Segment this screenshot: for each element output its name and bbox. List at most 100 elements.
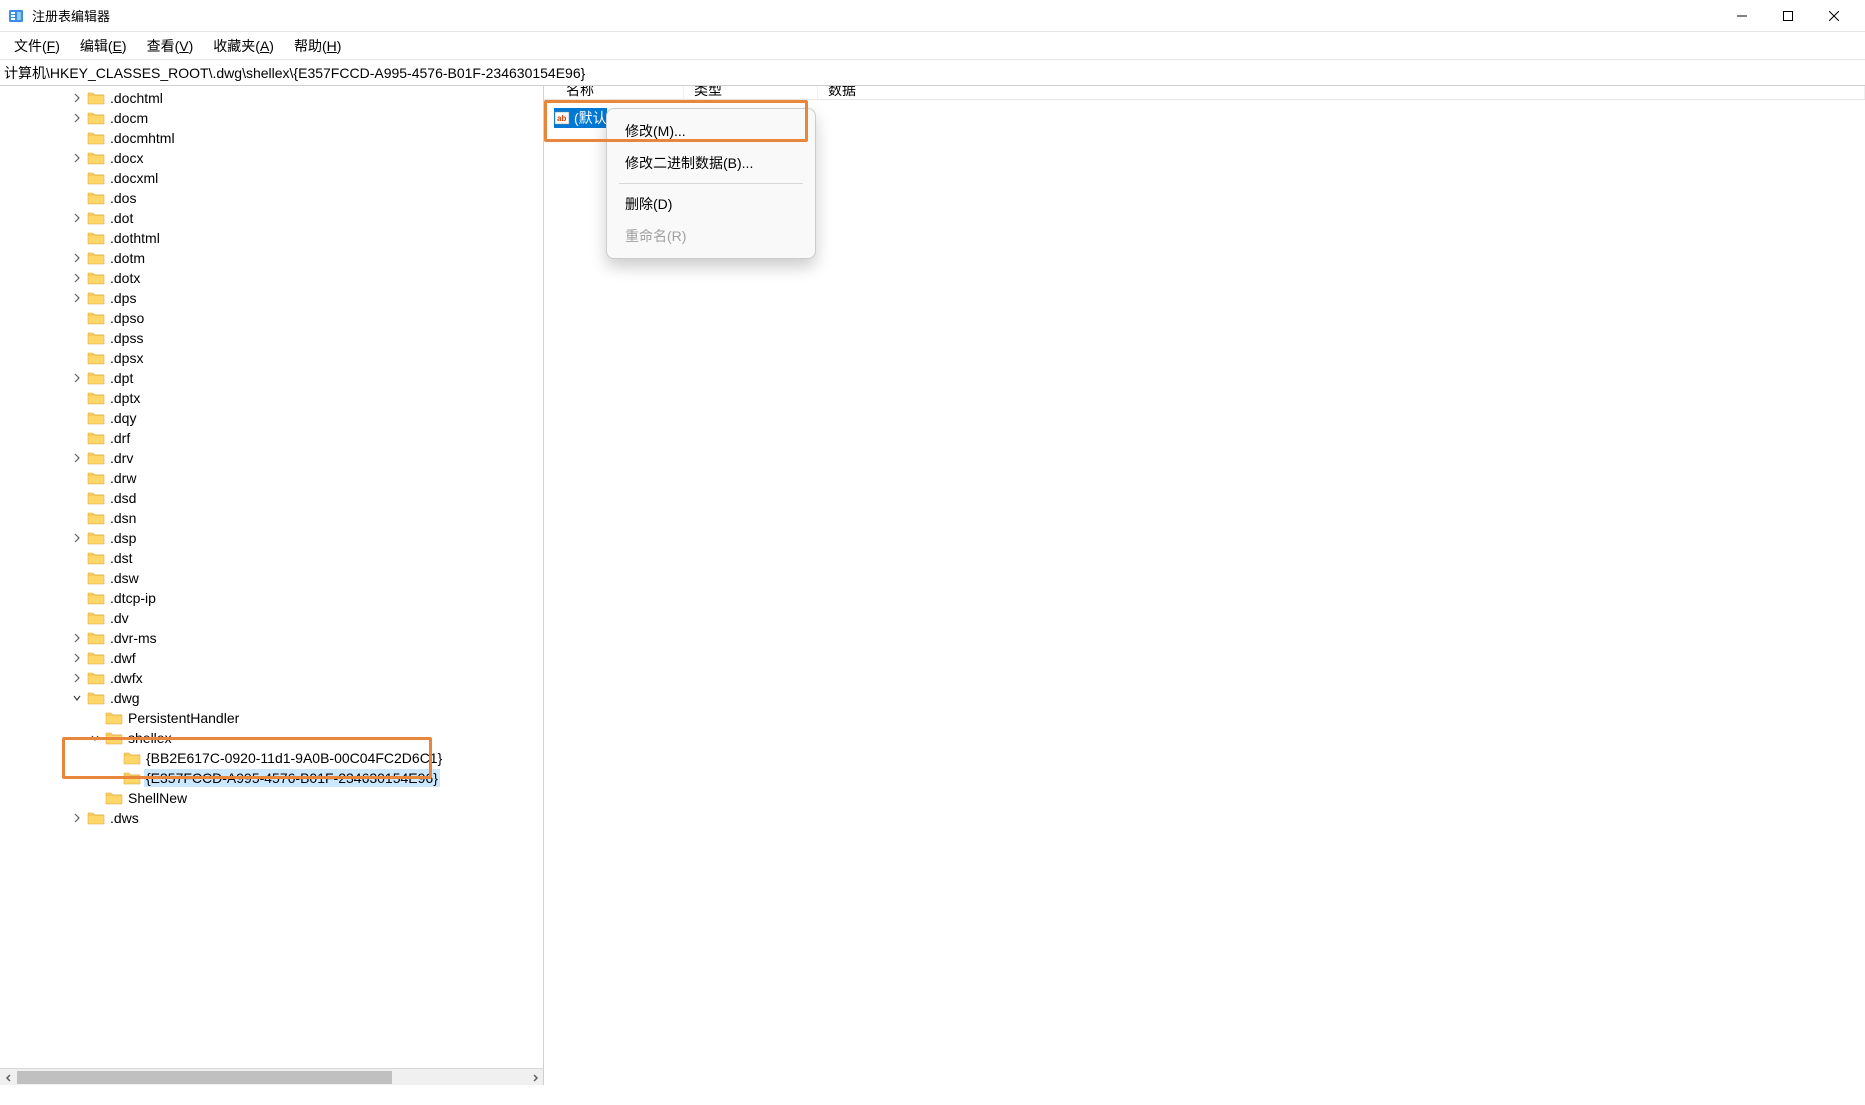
tree-horizontal-scrollbar[interactable] xyxy=(0,1068,543,1085)
chevron-icon[interactable] xyxy=(70,113,84,123)
chevron-icon[interactable] xyxy=(70,373,84,383)
tree-label: .dvr-ms xyxy=(108,629,159,647)
window-title: 注册表编辑器 xyxy=(32,6,1719,25)
chevron-icon[interactable] xyxy=(70,293,84,303)
tree-item[interactable]: .drf xyxy=(0,428,543,448)
tree-label: .drw xyxy=(108,469,138,487)
folder-icon xyxy=(87,691,105,705)
tree-label: .dps xyxy=(108,289,138,307)
tree-label: .dothtml xyxy=(108,229,162,247)
chevron-icon[interactable] xyxy=(70,653,84,663)
tree-scroll[interactable]: .dochtml.docm.docmhtml.docx.docxml.dos.d… xyxy=(0,86,543,1068)
chevron-icon[interactable] xyxy=(70,813,84,823)
minimize-button[interactable] xyxy=(1719,0,1765,32)
tree-item[interactable]: .dqy xyxy=(0,408,543,428)
tree-item[interactable]: .dothtml xyxy=(0,228,543,248)
tree-item[interactable]: .dptx xyxy=(0,388,543,408)
folder-icon xyxy=(87,491,105,505)
ctx-delete[interactable]: 删除(D) xyxy=(607,188,815,220)
tree-item[interactable]: .docxml xyxy=(0,168,543,188)
tree-item[interactable]: .dps xyxy=(0,288,543,308)
tree-item[interactable]: .dwf xyxy=(0,648,543,668)
tree-item[interactable]: .docm xyxy=(0,108,543,128)
values-header: 名称 类型 数据 xyxy=(544,86,1865,100)
scroll-left-button[interactable] xyxy=(0,1069,17,1085)
ctx-modify[interactable]: 修改(M)... xyxy=(607,115,815,147)
chevron-icon[interactable] xyxy=(70,153,84,163)
tree-item[interactable]: .dot xyxy=(0,208,543,228)
tree-item[interactable]: .docmhtml xyxy=(0,128,543,148)
column-data[interactable]: 数据 xyxy=(818,86,1865,99)
chevron-icon[interactable] xyxy=(70,453,84,463)
tree-item[interactable]: .dochtml xyxy=(0,88,543,108)
scroll-right-button[interactable] xyxy=(526,1069,543,1085)
chevron-icon[interactable] xyxy=(70,273,84,283)
chevron-icon[interactable] xyxy=(70,673,84,683)
tree-item[interactable]: .dst xyxy=(0,548,543,568)
menu-help[interactable]: 帮助(H) xyxy=(284,32,351,60)
folder-icon xyxy=(105,731,123,745)
window-controls xyxy=(1719,0,1857,32)
tree-item[interactable]: .dtcp-ip xyxy=(0,588,543,608)
folder-icon xyxy=(123,771,141,785)
folder-icon xyxy=(105,711,123,725)
tree-item[interactable]: .docx xyxy=(0,148,543,168)
tree-label: ShellNew xyxy=(126,789,189,807)
tree-item[interactable]: .dos xyxy=(0,188,543,208)
ctx-modify-binary[interactable]: 修改二进制数据(B)... xyxy=(607,147,815,179)
tree-item[interactable]: .dpso xyxy=(0,308,543,328)
tree-item[interactable]: .dv xyxy=(0,608,543,628)
column-type[interactable]: 类型 xyxy=(684,86,818,99)
tree-item[interactable]: .dpsx xyxy=(0,348,543,368)
tree-list: .dochtml.docm.docmhtml.docx.docxml.dos.d… xyxy=(0,86,543,828)
tree-label: .dws xyxy=(108,809,141,827)
tree-label: .dwfx xyxy=(108,669,145,687)
tree-label: .dsn xyxy=(108,509,138,527)
tree-item[interactable]: .dotx xyxy=(0,268,543,288)
chevron-icon[interactable] xyxy=(70,93,84,103)
chevron-icon[interactable] xyxy=(70,253,84,263)
tree-item[interactable]: shellex xyxy=(0,728,543,748)
tree-item[interactable]: ShellNew xyxy=(0,788,543,808)
menu-file[interactable]: 文件(F) xyxy=(4,32,70,60)
folder-icon xyxy=(87,531,105,545)
menu-edit[interactable]: 编辑(E) xyxy=(70,32,137,60)
folder-icon xyxy=(87,331,105,345)
tree-item[interactable]: .dwg xyxy=(0,688,543,708)
tree-item[interactable]: PersistentHandler xyxy=(0,708,543,728)
tree-label: .docxml xyxy=(108,169,160,187)
folder-icon xyxy=(87,171,105,185)
title-bar: 注册表编辑器 xyxy=(0,0,1865,32)
column-name[interactable]: 名称 xyxy=(544,86,684,99)
app-icon xyxy=(8,8,24,24)
tree-item[interactable]: .dpss xyxy=(0,328,543,348)
close-button[interactable] xyxy=(1811,0,1857,32)
menu-view[interactable]: 查看(V) xyxy=(137,32,204,60)
address-bar[interactable]: 计算机\HKEY_CLASSES_ROOT\.dwg\shellex\{E357… xyxy=(0,60,1865,86)
folder-icon xyxy=(87,251,105,265)
chevron-icon[interactable] xyxy=(70,533,84,543)
chevron-icon[interactable] xyxy=(70,213,84,223)
value-row-default[interactable]: ab (默认 xyxy=(554,108,607,128)
tree-item[interactable]: .drw xyxy=(0,468,543,488)
tree-item[interactable]: .dwfx xyxy=(0,668,543,688)
tree-label: .docmhtml xyxy=(108,129,177,147)
chevron-icon[interactable] xyxy=(88,733,102,743)
tree-item[interactable]: .dotm xyxy=(0,248,543,268)
tree-item[interactable]: .dpt xyxy=(0,368,543,388)
svg-text:ab: ab xyxy=(557,114,566,123)
tree-item[interactable]: {E357FCCD-A995-4576-B01F-234630154E96} xyxy=(0,768,543,788)
chevron-icon[interactable] xyxy=(70,693,84,703)
menu-favorites[interactable]: 收藏夹(A) xyxy=(203,32,284,60)
tree-item[interactable]: .dsd xyxy=(0,488,543,508)
tree-item[interactable]: .dsn xyxy=(0,508,543,528)
tree-item[interactable]: .dsp xyxy=(0,528,543,548)
maximize-button[interactable] xyxy=(1765,0,1811,32)
tree-item[interactable]: .drv xyxy=(0,448,543,468)
tree-item[interactable]: .dws xyxy=(0,808,543,828)
tree-item[interactable]: .dsw xyxy=(0,568,543,588)
chevron-icon[interactable] xyxy=(70,633,84,643)
scroll-thumb[interactable] xyxy=(17,1071,392,1084)
tree-item[interactable]: .dvr-ms xyxy=(0,628,543,648)
tree-item[interactable]: {BB2E617C-0920-11d1-9A0B-00C04FC2D6C1} xyxy=(0,748,543,768)
